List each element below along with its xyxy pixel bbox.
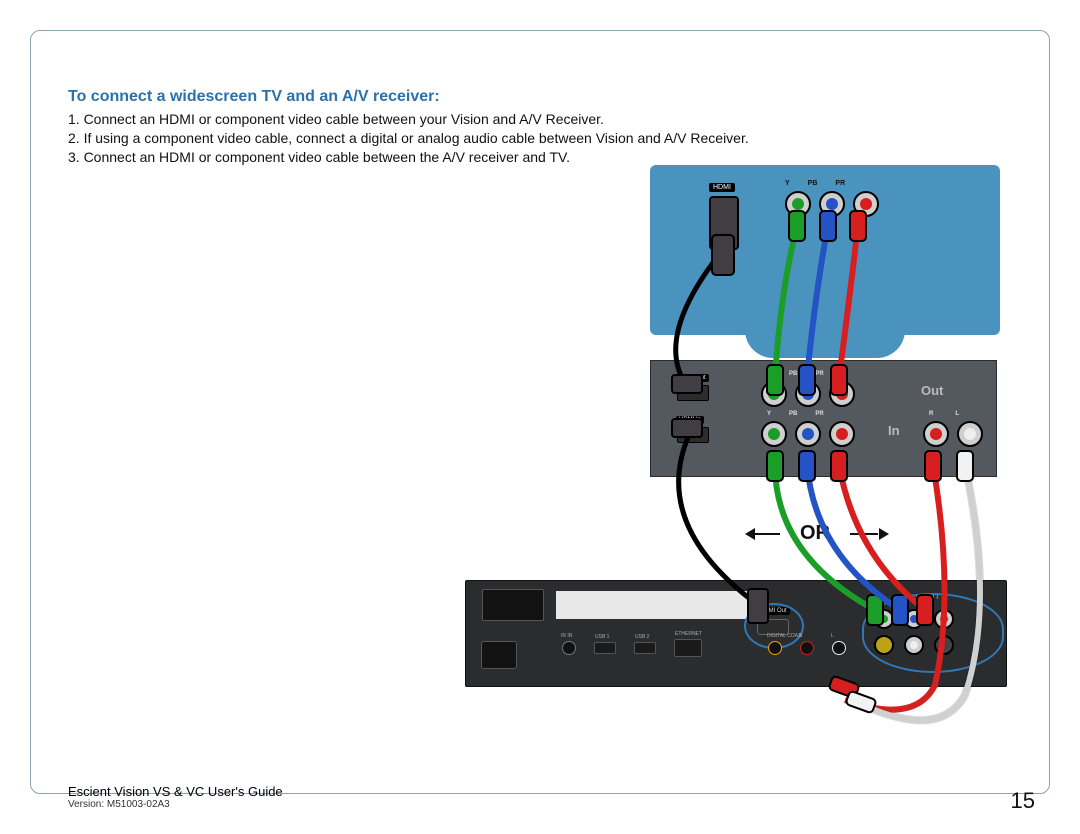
receiver-in-y	[761, 421, 787, 447]
vision-analog-r: R	[800, 641, 814, 655]
tv-pr-label: PR	[835, 180, 845, 187]
section-heading: To connect a widescreen TV and an A/V re…	[68, 88, 1008, 106]
receiver-audio-in	[923, 421, 983, 447]
receiver-hdmi-out-port: HDMI Out	[677, 385, 709, 401]
connection-diagram: HDMI Y PB PR HDMI Out HDMI In Y PB PR Y	[455, 165, 1020, 745]
tv-pb-label: PB	[808, 180, 818, 187]
receiver-component-in	[761, 421, 855, 447]
tv-component-panel: Y PB PR	[785, 180, 895, 240]
or-label: OR	[780, 522, 850, 545]
tv-pr-jack	[853, 191, 879, 217]
vision-info-sticker	[556, 591, 766, 619]
receiver-hdmi-out-label: HDMI Out	[676, 374, 709, 382]
footer-version: Version: M51003-02A3	[68, 799, 283, 810]
vision-device: HDMI Out VIDEO OUT IR IN USB 1 USB 2 ETH…	[465, 580, 1007, 687]
receiver-out-y	[761, 381, 787, 407]
content: To connect a widescreen TV and an A/V re…	[68, 88, 1008, 167]
receiver-audio-r	[923, 421, 949, 447]
vision-analog-l: L	[832, 641, 846, 655]
tv-component-jacks	[785, 191, 895, 217]
tv-hdmi-port	[709, 196, 739, 250]
receiver-in-ypbpr-labels: Y PB PR	[767, 411, 824, 417]
receiver-out-label: Out	[921, 383, 943, 398]
tv-y-jack	[785, 191, 811, 217]
step-2: 2. If using a component video cable, con…	[68, 129, 788, 148]
vision-video-highlight-icon	[862, 593, 1004, 673]
av-receiver: HDMI Out HDMI In Y PB PR Y PB PR R L	[650, 360, 997, 477]
instruction-steps: 1. Connect an HDMI or component video ca…	[68, 110, 788, 167]
tv-hdmi-label: HDMI	[709, 183, 735, 192]
receiver-in-pr	[829, 421, 855, 447]
vision-ethernet: ETHERNET	[674, 639, 702, 657]
receiver-hdmi-in-label: HDMI In	[676, 416, 704, 424]
vision-digital-coax: DIGITAL COAX	[768, 641, 782, 655]
receiver-out-ypbpr-labels: Y PB PR	[767, 371, 824, 377]
page-number: 15	[1011, 788, 1035, 814]
step-1: 1. Connect an HDMI or component video ca…	[68, 110, 788, 129]
receiver-hdmi-in-port: HDMI In	[677, 427, 709, 443]
receiver-out-pb	[795, 381, 821, 407]
vision-io-row: IR IN USB 1 USB 2 ETHERNET DIGITAL COAX …	[562, 639, 846, 657]
vision-model-sticker	[482, 589, 544, 621]
arrow-left-icon	[745, 528, 755, 540]
vision-usb1: USB 1	[594, 642, 616, 654]
receiver-audio-l	[957, 421, 983, 447]
footer-guide: Escient Vision VS & VC User's Guide	[68, 784, 283, 799]
tv-y-label: Y	[785, 180, 790, 187]
receiver-in-label: In	[888, 423, 900, 438]
receiver-audio-labels: R L	[929, 411, 959, 417]
receiver-component-out	[761, 381, 855, 407]
vision-ir-in: IR IN	[562, 641, 576, 655]
tv-component-labels: Y PB PR	[785, 180, 895, 187]
step-3: 3. Connect an HDMI or component video ca…	[68, 148, 788, 167]
vision-power-inlet	[481, 641, 517, 669]
vision-usb2: USB 2	[634, 642, 656, 654]
footer: Escient Vision VS & VC User's Guide Vers…	[68, 784, 283, 810]
tv-stand	[745, 330, 905, 358]
tv-pb-jack	[819, 191, 845, 217]
receiver-out-pr	[829, 381, 855, 407]
receiver-in-pb	[795, 421, 821, 447]
arrow-right-icon	[879, 528, 889, 540]
